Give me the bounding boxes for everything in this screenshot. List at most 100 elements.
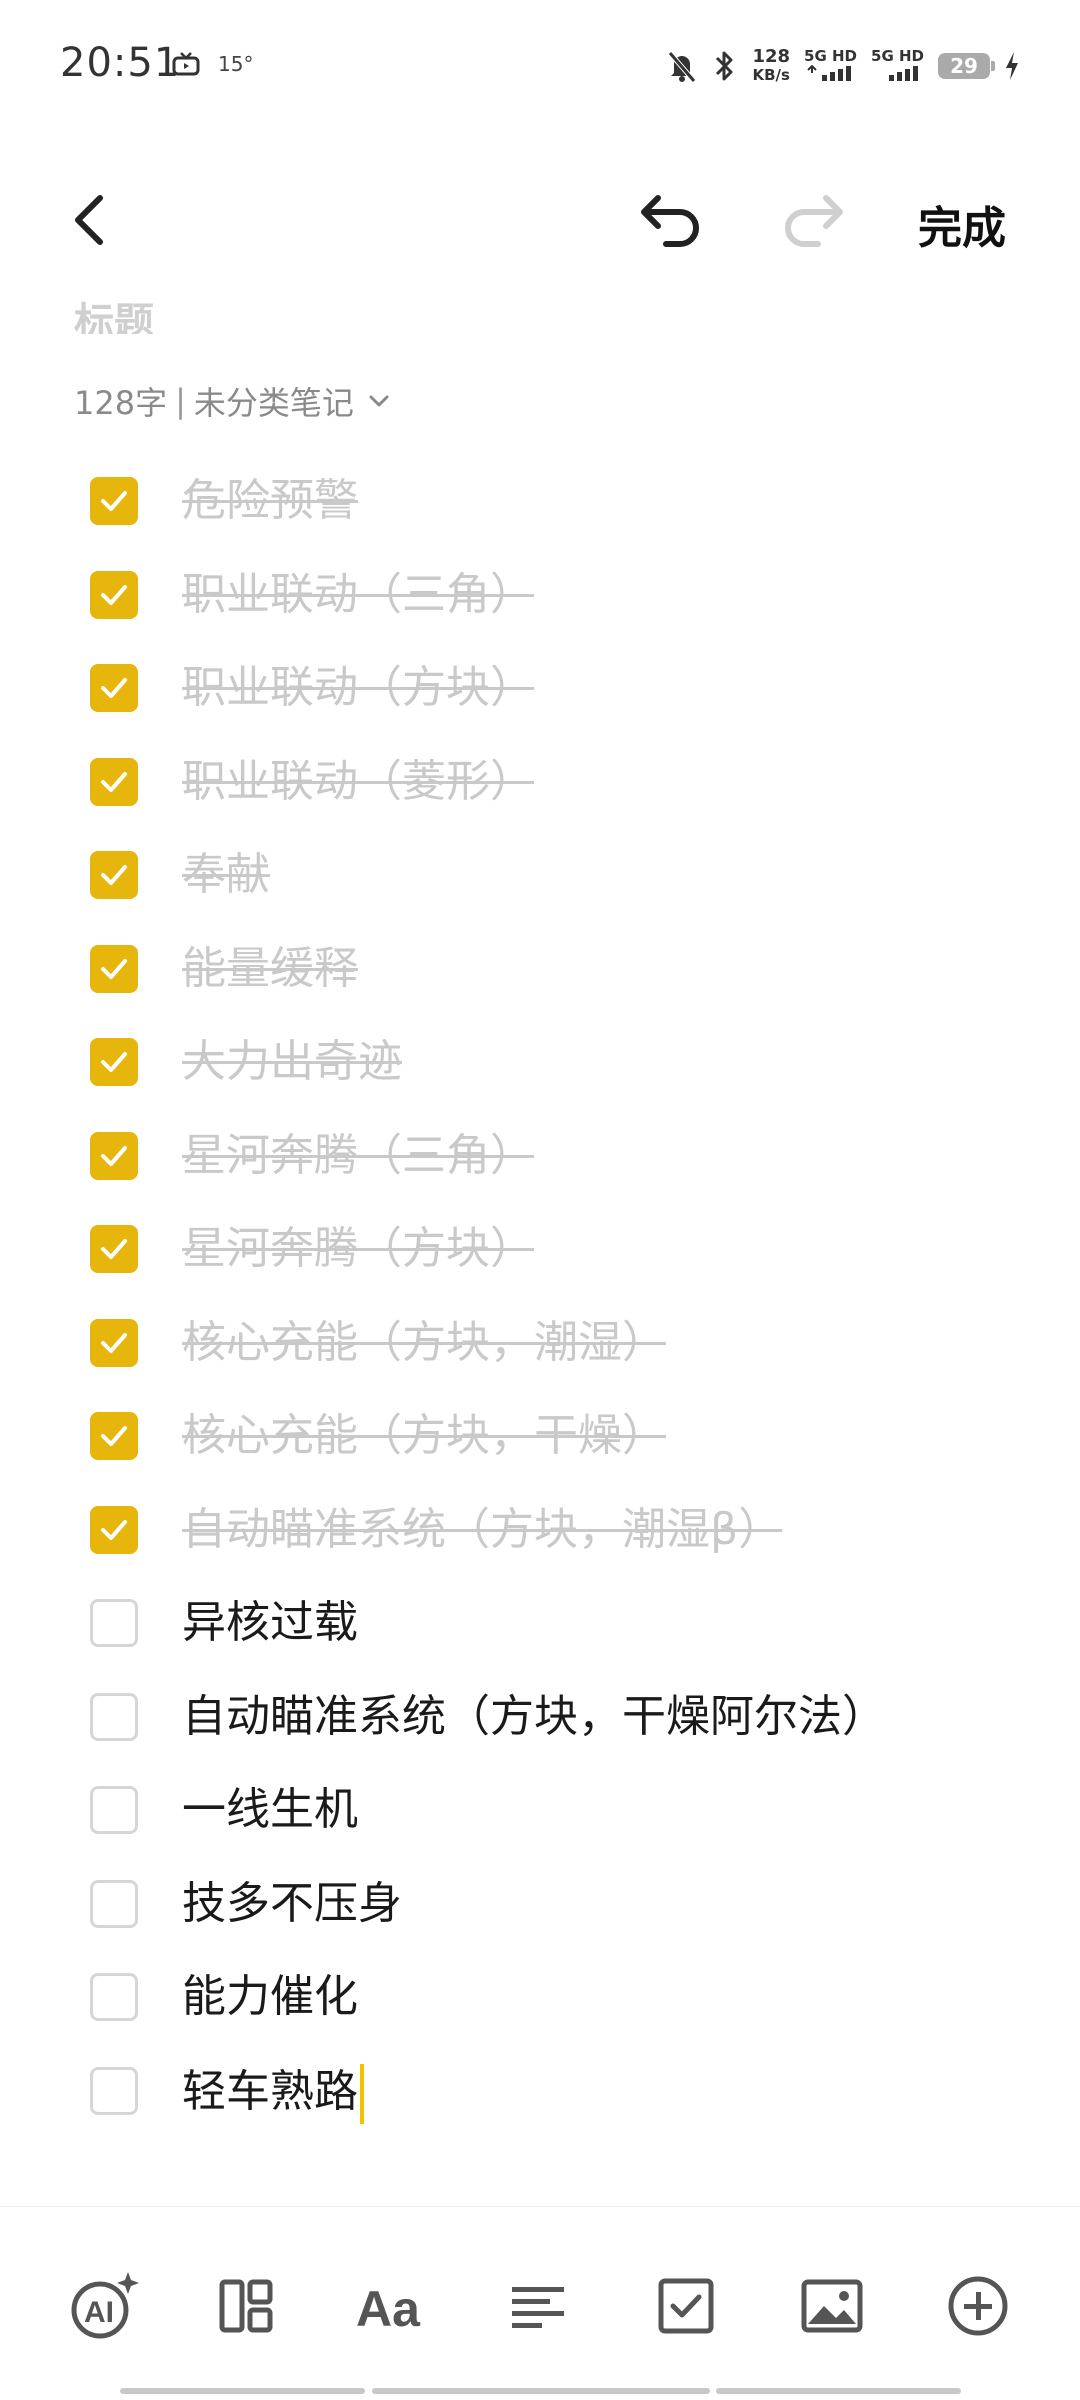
- word-count: 128字: [74, 384, 168, 422]
- checklist-item-text[interactable]: 轻车熟路: [182, 2063, 364, 2124]
- checklist-item-text[interactable]: 核心充能（方块，干燥）: [182, 1409, 666, 1463]
- checklist-item: 危险预警: [0, 454, 1080, 548]
- network-speed: 128 KB/s: [752, 48, 790, 85]
- signal-bars-icon: [888, 65, 918, 81]
- checklist-item-text[interactable]: 异核过载: [182, 1596, 358, 1650]
- checkbox-unchecked[interactable]: [90, 2066, 138, 2115]
- checkbox-unchecked[interactable]: [90, 1599, 138, 1647]
- checklist-item: 核心充能（方块，潮湿）: [0, 1296, 1080, 1390]
- bottom-toolbar: AI Aa: [0, 2260, 1080, 2350]
- signal-bars-icon: [806, 64, 851, 81]
- checkbox-checked[interactable]: [90, 477, 138, 525]
- meta-separator: |: [175, 382, 186, 420]
- checklist-item: 自动瞄准系统（方块，潮湿β）: [0, 1483, 1080, 1577]
- checklist-item-text[interactable]: 职业联动（方块）: [182, 661, 534, 715]
- checkbox-checked[interactable]: [90, 1412, 138, 1460]
- battery-indicator: 29: [938, 53, 995, 79]
- checkmark-icon: [101, 1145, 127, 1166]
- checklist-item-text[interactable]: 职业联动（三角）: [182, 568, 534, 622]
- checklist-item: 奉献: [0, 828, 1080, 922]
- insert-button[interactable]: [942, 2270, 1014, 2342]
- checkmark-icon: [101, 958, 127, 979]
- ai-assistant-button[interactable]: AI: [68, 2270, 140, 2342]
- checkmark-icon: [101, 584, 127, 605]
- sim2-signal: 5G HD: [871, 46, 924, 85]
- checklist-item-text[interactable]: 技多不压身: [182, 1877, 402, 1931]
- checkbox-checked[interactable]: [90, 570, 138, 619]
- checkbox-checked[interactable]: [90, 1505, 138, 1554]
- category-selector[interactable]: 未分类笔记: [194, 378, 354, 424]
- layout-button[interactable]: [210, 2270, 282, 2342]
- checklist-item-text[interactable]: 职业联动（菱形）: [182, 755, 534, 809]
- checklist-item: 能量缓释: [0, 922, 1080, 1016]
- checkbox-checked[interactable]: [90, 757, 138, 806]
- checklist-item-text[interactable]: 核心充能（方块，潮湿）: [182, 1316, 666, 1370]
- undo-icon[interactable]: [636, 184, 708, 256]
- checkbox-unchecked[interactable]: [90, 1973, 138, 2021]
- gesture-bar-segment: [716, 2388, 961, 2394]
- mute-bell-icon: [668, 51, 697, 83]
- checklist-item-text[interactable]: 能量缓释: [182, 942, 358, 996]
- image-button[interactable]: [796, 2270, 868, 2342]
- checklist-item-text[interactable]: 奉献: [182, 848, 270, 902]
- checklist-item: 大力出奇迹: [0, 1015, 1080, 1109]
- back-arrow-icon[interactable]: [62, 190, 122, 250]
- svg-text:AI: AI: [84, 2296, 114, 2329]
- checkbox-unchecked[interactable]: [90, 1879, 138, 1928]
- status-right-group: 128 KB/s 5G HD 5G HD 29: [666, 44, 1020, 88]
- checkbox-checked[interactable]: [90, 1225, 138, 1273]
- redo-icon[interactable]: [776, 184, 848, 256]
- checkmark-icon: [101, 865, 127, 885]
- checkbox-unchecked[interactable]: [90, 1786, 138, 1834]
- charging-bolt-icon: [1006, 52, 1018, 80]
- checklist-item-text[interactable]: 能力催化: [182, 1970, 358, 2024]
- checklist-item-text[interactable]: 一线生机: [182, 1783, 358, 1837]
- checklist-item-text[interactable]: 星河奔腾（三角）: [182, 1129, 534, 1183]
- note-editor-screen: 20:51 15° 128 KB/s 5G HD 5G HD 29 完成 标题 …: [0, 0, 1080, 2400]
- gesture-bar-segment: [120, 2388, 365, 2394]
- tv-icon: [172, 52, 200, 76]
- chevron-down-icon[interactable]: [366, 388, 392, 414]
- editor-toolbar: 完成: [0, 170, 1080, 270]
- checklist-item-text[interactable]: 自动瞄准系统（方块，潮湿β）: [182, 1503, 782, 1557]
- plus-circle-icon: [948, 2276, 1008, 2336]
- checkbox-icon: [658, 2278, 714, 2334]
- checklist-item: 职业联动（三角）: [0, 548, 1080, 642]
- checklist-item-text[interactable]: 自动瞄准系统（方块，干燥阿尔法）: [182, 1690, 886, 1744]
- checkbox-checked[interactable]: [90, 851, 138, 899]
- font-format-icon: Aa: [356, 2281, 421, 2336]
- checkmark-icon: [101, 1332, 127, 1353]
- checkbox-checked[interactable]: [90, 944, 138, 993]
- checklist-item: 技多不压身: [0, 1857, 1080, 1951]
- image-icon: [801, 2279, 863, 2333]
- text-cursor: [360, 2063, 364, 2124]
- checklist-item: 能力催化: [0, 1950, 1080, 2044]
- checklist-item: 一线生机: [0, 1763, 1080, 1857]
- checkbox-checked[interactable]: [90, 1318, 138, 1367]
- checkbox-checked[interactable]: [90, 664, 138, 712]
- sim2-label: 5G HD: [871, 46, 924, 65]
- done-button[interactable]: 完成: [918, 192, 1006, 256]
- paragraph-button[interactable]: [502, 2270, 574, 2342]
- checkbox-unchecked[interactable]: [90, 1692, 138, 1741]
- checkbox-checked[interactable]: [90, 1131, 138, 1180]
- checklist-button[interactable]: [650, 2270, 722, 2342]
- text-format-button[interactable]: Aa: [354, 2270, 426, 2342]
- checklist-item: 异核过载: [0, 1576, 1080, 1670]
- checklist: 危险预警职业联动（三角） 职业联动（方块） 职业联动（菱形） 奉献能量缓释大力出奇迹星…: [0, 454, 1080, 2137]
- checklist-item: 星河奔腾（方块）: [0, 1202, 1080, 1296]
- checkmark-icon: [101, 771, 127, 792]
- checkbox-checked[interactable]: [90, 1038, 138, 1086]
- checklist-item: 职业联动（方块）: [0, 641, 1080, 735]
- checklist-item-text[interactable]: 星河奔腾（方块）: [182, 1222, 534, 1276]
- note-title[interactable]: 标题: [74, 290, 154, 334]
- checklist-item-text[interactable]: 大力出奇迹: [182, 1035, 402, 1089]
- checklist-item: 职业联动（菱形）: [0, 735, 1080, 829]
- checklist-item-text[interactable]: 危险预警: [182, 474, 358, 528]
- svg-text:Aa: Aa: [356, 2281, 421, 2336]
- align-lines-icon: [512, 2287, 564, 2328]
- checklist-item: 星河奔腾（三角）: [0, 1109, 1080, 1203]
- bluetooth-icon: [716, 51, 733, 81]
- note-meta: 128字 | 未分类笔记: [74, 378, 392, 424]
- status-temperature: 15°: [218, 52, 254, 76]
